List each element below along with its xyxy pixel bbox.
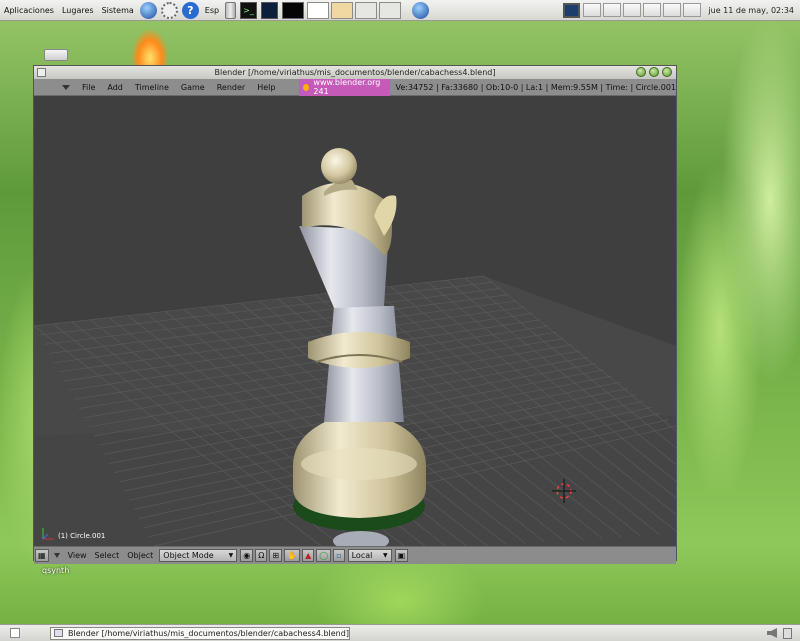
trash-icon[interactable] <box>783 627 792 639</box>
help-icon[interactable]: ? <box>181 1 199 19</box>
workspace-2[interactable] <box>331 1 354 19</box>
chess-bishop-model <box>293 148 426 546</box>
menu-game[interactable]: Game <box>175 83 211 92</box>
menu-add[interactable]: Add <box>101 83 129 92</box>
settings-icon[interactable] <box>160 1 178 19</box>
menu-render[interactable]: Render <box>211 83 251 92</box>
window-titlebar[interactable]: Blender [/home/viriathus/mis_documentos/… <box>34 66 676 79</box>
window-title: Blender [/home/viriathus/mis_documentos/… <box>214 68 496 77</box>
window-list-button-1[interactable] <box>583 3 602 17</box>
scene-stats: Ve:34752 | Fa:33680 | Ob:10-0 | La:1 | M… <box>395 82 676 92</box>
window-icon <box>54 629 63 637</box>
clock[interactable]: jue 11 de may, 02:34 <box>702 6 800 15</box>
orientation-select[interactable]: Local ▼ <box>347 549 392 562</box>
menu-view[interactable]: View <box>64 551 91 560</box>
scene-canvas <box>34 148 676 546</box>
hand-icon[interactable]: ✋ <box>284 549 301 562</box>
render-icon[interactable]: ▣ <box>394 549 409 562</box>
close-button[interactable] <box>662 67 672 77</box>
trash-can-icon[interactable] <box>225 1 237 19</box>
volume-icon[interactable] <box>767 628 777 638</box>
keyboard-layout[interactable]: Esp <box>201 6 223 15</box>
draw-type-button[interactable]: ◉ <box>240 549 254 562</box>
maximize-button[interactable] <box>649 67 659 77</box>
terminal-icon[interactable]: >_ <box>240 1 258 19</box>
workspace-3[interactable] <box>355 1 378 19</box>
url-text: www.blender.org 241 <box>313 78 381 96</box>
header-collapse-icon[interactable] <box>53 553 60 558</box>
globe-icon[interactable] <box>139 1 157 19</box>
blender-url-badge[interactable]: www.blender.org 241 <box>299 77 390 97</box>
mode-select[interactable]: Object Mode ▼ <box>159 549 238 562</box>
blender-window: Blender [/home/viriathus/mis_documentos/… <box>33 65 677 564</box>
menu-select[interactable]: Select <box>91 551 124 560</box>
collapse-triangle-icon[interactable] <box>62 84 70 90</box>
rotate-icon[interactable]: ◯ <box>316 549 332 562</box>
menu-help[interactable]: Help <box>251 83 281 92</box>
pivot-button[interactable]: Ω <box>255 549 268 562</box>
task-label: Blender [/home/viriathus/mis_documentos/… <box>68 628 349 638</box>
menu-lugares[interactable]: Lugares <box>58 6 98 15</box>
chevron-down-icon: ▼ <box>228 552 234 559</box>
window-list-button-3[interactable] <box>623 3 642 17</box>
mode-value: Object Mode <box>163 551 214 560</box>
menu-object[interactable]: Object <box>123 551 157 560</box>
bottom-panel: Blender [/home/viriathus/mis_documentos/… <box>0 624 800 641</box>
window-list-button-2[interactable] <box>603 3 622 17</box>
menu-aplicaciones[interactable]: Aplicaciones <box>0 6 58 15</box>
window-list-button-6[interactable] <box>683 3 702 17</box>
network-icon[interactable] <box>563 2 581 18</box>
workspace-1[interactable] <box>307 1 330 19</box>
qsynth-desktop-label[interactable]: qsynth <box>42 566 69 575</box>
chevron-down-icon: ▼ <box>382 552 388 559</box>
orientation-value: Local <box>351 551 373 560</box>
network-globe-icon[interactable] <box>412 1 430 19</box>
workspace-4[interactable] <box>379 1 402 19</box>
3d-viewport[interactable]: (1) Circle.001 <box>34 96 676 546</box>
tray: jue 11 de may, 02:34 <box>561 2 800 18</box>
black-window-icon[interactable] <box>282 1 305 19</box>
blender-info-bar: File Add Timeline Game Render Help www.b… <box>34 77 676 97</box>
flame-icon[interactable] <box>132 30 168 70</box>
scale-icon[interactable]: ▫ <box>333 549 345 562</box>
editor-type-button[interactable]: ▦ <box>35 549 49 562</box>
blender-logo-icon <box>303 83 310 91</box>
menu-timeline[interactable]: Timeline <box>129 83 175 92</box>
show-desktop-icon[interactable] <box>10 628 20 638</box>
top-panel: Aplicaciones Lugares Sistema ? Esp >_ ju… <box>0 0 800 21</box>
window-list-button-4[interactable] <box>643 3 662 17</box>
system-monitor-icon[interactable] <box>261 1 279 19</box>
minimize-button[interactable] <box>636 67 646 77</box>
window-list-button-5[interactable] <box>663 3 682 17</box>
drive-icon[interactable] <box>44 49 68 61</box>
window-menu-icon[interactable] <box>37 68 46 77</box>
taskbar-blender-button[interactable]: Blender [/home/viriathus/mis_documentos/… <box>50 626 350 640</box>
active-object-label: (1) Circle.001 <box>58 532 106 540</box>
menu-sistema[interactable]: Sistema <box>98 6 138 15</box>
translate-icon[interactable]: ▲ <box>302 549 315 562</box>
menu-file[interactable]: File <box>76 83 101 92</box>
axis-gizmo-icon <box>42 528 54 540</box>
manipulator-toggle-button[interactable]: ⊞ <box>269 549 283 562</box>
viewport-header: ▦ View Select Object Object Mode ▼ ◉ Ω ⊞… <box>34 546 676 564</box>
